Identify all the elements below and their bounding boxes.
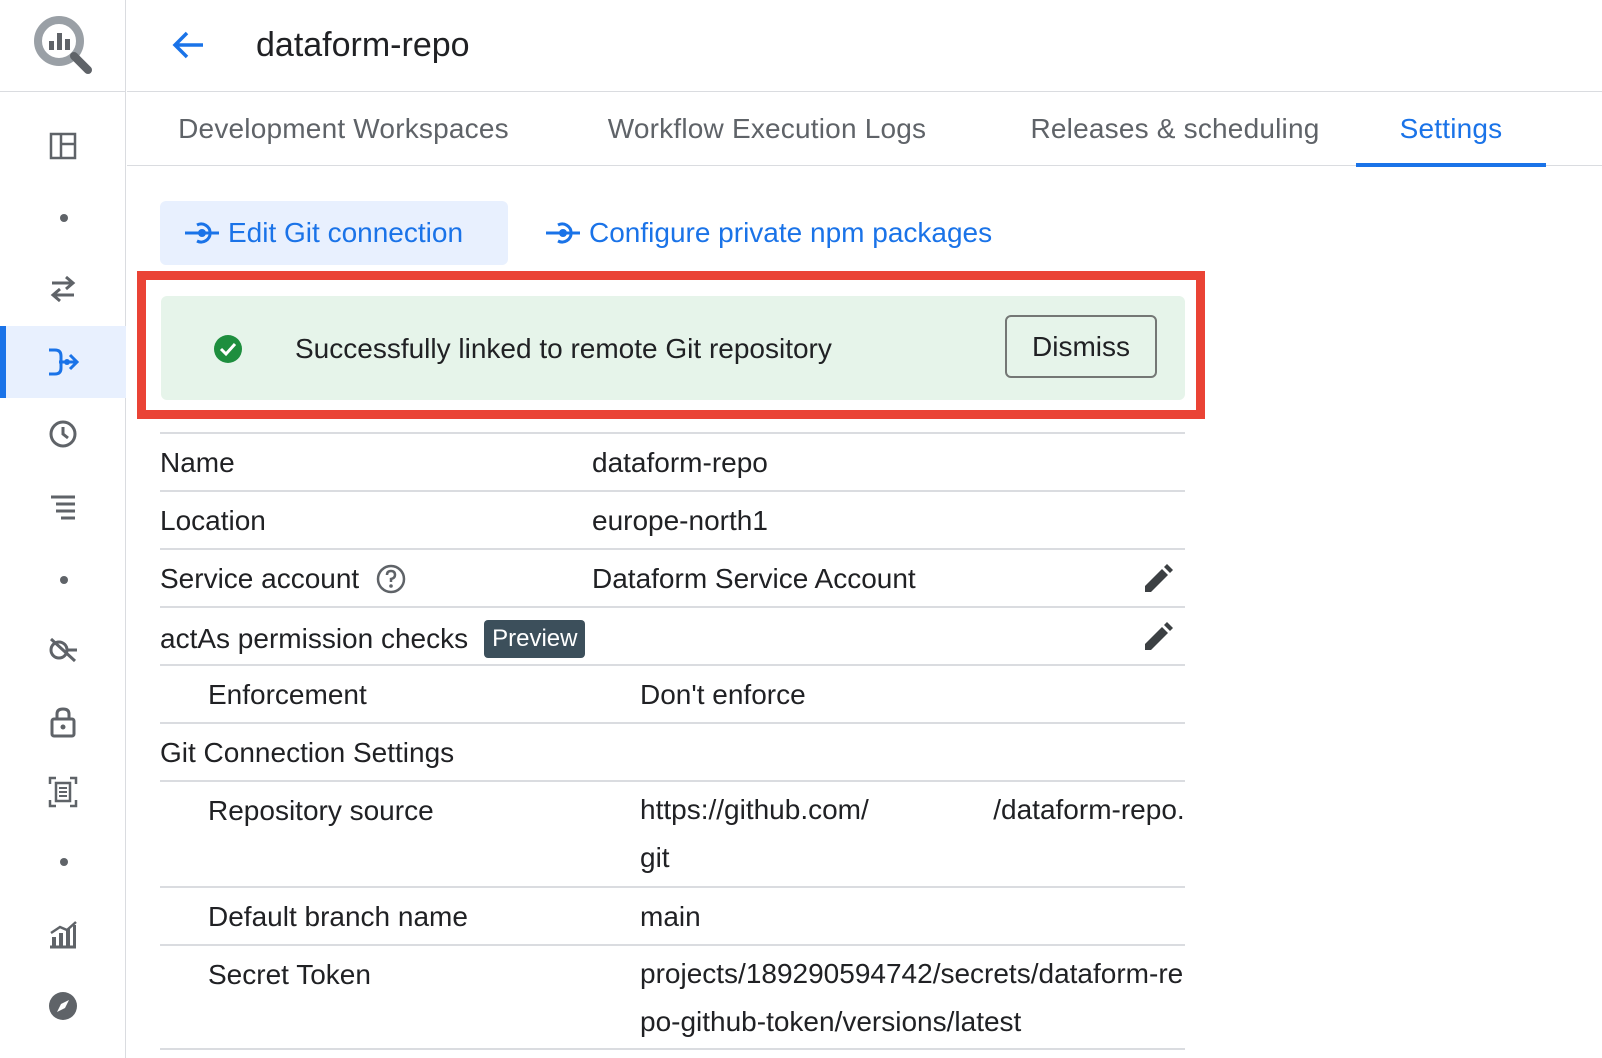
bar-chart-icon [50, 921, 77, 949]
enforcement-value: Don't enforce [640, 679, 806, 710]
actas-label-wrap: actAs permission checks Preview [160, 620, 586, 658]
location-label: Location [160, 505, 266, 536]
analytics-hub-icon [49, 637, 77, 663]
service-account-label: Service account [160, 563, 360, 594]
git-connection-settings-heading: Git Connection Settings [160, 737, 455, 768]
help-icon[interactable] [375, 563, 407, 595]
edit-git-connection-button[interactable]: Edit Git connection [160, 201, 508, 265]
page-title: dataform-repo [256, 26, 470, 64]
detail-row-actas: actAs permission checks Preview [160, 606, 1185, 664]
secret-token-label: Secret Token [208, 959, 371, 990]
preview-badge: Preview [484, 620, 586, 658]
edit-pencil-icon[interactable] [1141, 564, 1173, 596]
rail-overview[interactable] [0, 110, 126, 182]
back-button[interactable] [163, 22, 213, 68]
rail-analytics-hub[interactable] [0, 614, 126, 686]
bigquery-logo-icon [34, 15, 92, 74]
service-account-label-wrap: Service account [160, 562, 407, 596]
rail-explore[interactable] [0, 970, 126, 1042]
detail-row-location: Location europe-north1 [160, 490, 1185, 548]
repository-source-value: https://github.com/ /dataform-repo.git [640, 794, 1185, 873]
repository-source-label: Repository source [208, 795, 434, 826]
check-circle-icon [214, 335, 242, 363]
tab-bar: Development Workspaces Workflow Executio… [127, 92, 1602, 167]
tab-workflow-execution-logs[interactable]: Workflow Execution Logs [567, 92, 967, 166]
default-branch-label: Default branch name [208, 901, 468, 932]
arrow-back-icon [172, 31, 203, 59]
detail-row-git-section: Git Connection Settings [160, 722, 1185, 780]
configure-npm-packages-button[interactable]: Configure private npm packages [545, 201, 992, 265]
rail-workflows[interactable] [0, 470, 126, 542]
name-value: dataform-repo [592, 447, 768, 478]
success-banner: Successfully linked to remote Git reposi… [161, 296, 1185, 400]
rail-scheduled[interactable] [0, 398, 126, 470]
tab-releases-scheduling[interactable]: Releases & scheduling [995, 92, 1355, 166]
rail-capacity[interactable] [0, 756, 126, 828]
lock-icon [50, 707, 76, 738]
detail-row-service-account: Service account Dataform Service Account [160, 548, 1185, 606]
document-scan-icon [48, 776, 78, 808]
rail-separator-dot [60, 214, 68, 222]
list-lines-icon [51, 495, 75, 520]
dashboard-icon [49, 132, 77, 160]
rail-dataform[interactable] [0, 326, 126, 398]
repository-details: Name dataform-repo Location europe-north… [160, 432, 1185, 1050]
git-commit-icon [184, 219, 220, 247]
rail-separator-dot [60, 576, 68, 584]
edit-git-connection-label: Edit Git connection [228, 217, 464, 248]
git-commit-icon [545, 219, 581, 247]
service-account-value: Dataform Service Account [592, 563, 916, 594]
clock-icon [49, 420, 77, 448]
bigquery-logo[interactable] [0, 0, 126, 92]
edit-pencil-icon[interactable] [1141, 622, 1173, 654]
compass-icon [49, 992, 77, 1020]
actas-label: actAs permission checks [160, 623, 469, 654]
tab-development-workspaces[interactable]: Development Workspaces [141, 92, 546, 166]
rail-transfers[interactable] [0, 253, 126, 325]
left-nav-rail [0, 0, 126, 1058]
dataform-icon [49, 348, 80, 376]
rail-separator-dot [60, 858, 68, 866]
detail-row-name: Name dataform-repo [160, 432, 1185, 490]
location-value: europe-north1 [592, 505, 768, 536]
rail-policy-tags[interactable] [0, 686, 126, 758]
enforcement-label: Enforcement [208, 679, 367, 710]
swap-arrows-icon [50, 275, 76, 303]
detail-row-default-branch: Default branch name main [160, 886, 1185, 944]
detail-row-enforcement: Enforcement Don't enforce [160, 664, 1185, 722]
configure-npm-packages-label: Configure private npm packages [589, 217, 993, 248]
tab-settings[interactable]: Settings [1356, 92, 1546, 167]
success-message: Successfully linked to remote Git reposi… [295, 333, 832, 364]
detail-row-secret-token: Secret Token projects/189290594742/secre… [160, 944, 1185, 1050]
name-label: Name [160, 447, 235, 478]
default-branch-value: main [640, 901, 701, 932]
page-header: dataform-repo [127, 0, 1602, 92]
dismiss-button[interactable]: Dismiss [1005, 315, 1157, 378]
detail-row-repository-source: Repository source https://github.com/ /d… [160, 780, 1185, 886]
rail-monitoring[interactable] [0, 898, 126, 970]
secret-token-value: projects/189290594742/secrets/dataform-r… [640, 958, 1184, 1037]
